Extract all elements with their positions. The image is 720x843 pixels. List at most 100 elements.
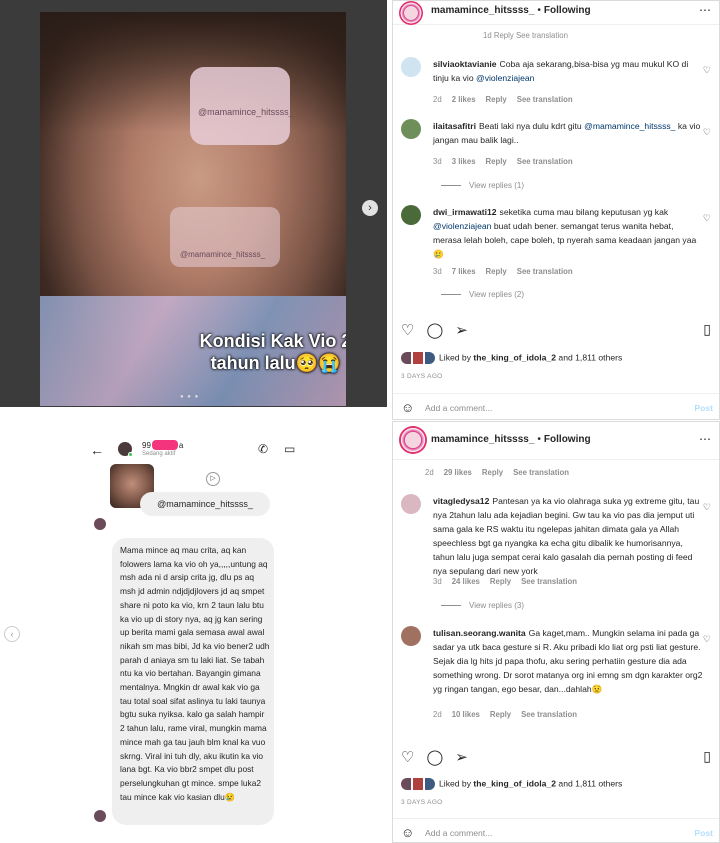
like-icon[interactable]: ♡	[401, 322, 414, 339]
commenter-username[interactable]: vitagledysa12	[433, 496, 489, 506]
commenter-avatar[interactable]	[401, 626, 421, 646]
comment-time: 2d	[425, 468, 434, 477]
comment-mention[interactable]: @mamamince_hitssss_	[584, 121, 675, 131]
liker-avatars	[401, 352, 435, 364]
add-comment-input[interactable]: Add a comment...	[425, 403, 492, 413]
see-translation-button[interactable]: See translation	[513, 468, 569, 477]
reply-button[interactable]: Reply	[486, 267, 507, 276]
commenter-avatar[interactable]	[401, 119, 421, 139]
comment-likes[interactable]: 3 likes	[452, 157, 476, 166]
account-username[interactable]: mamamince_hitssss_	[431, 434, 534, 445]
sticker-tag-watermark: @mamamince_hitssss_	[180, 250, 266, 259]
like-icon[interactable]: ♡	[401, 749, 414, 766]
comment-time: 3d	[433, 267, 442, 276]
reply-button[interactable]: Reply	[482, 468, 503, 477]
liked-by-user[interactable]: the_king_of_idola_2	[473, 778, 556, 788]
more-options-icon[interactable]: ⋯	[699, 3, 711, 17]
like-heart-icon[interactable]: ♡	[703, 127, 711, 138]
like-heart-icon[interactable]: ♡	[703, 65, 711, 76]
see-translation-button[interactable]: See translation	[517, 95, 573, 104]
comment-icon[interactable]: ◯	[426, 749, 443, 766]
comment-body: Pantesan ya ka vio olahraga suka yg extr…	[433, 496, 700, 576]
save-icon[interactable]: ▯	[703, 321, 711, 338]
view-replies-button[interactable]: View replies (2)	[441, 290, 524, 299]
comment-mention[interactable]: @violenziajean	[433, 221, 491, 231]
previous-comment-meta: 1d Reply See translation	[483, 31, 568, 40]
account-username[interactable]: mamamince_hitssss_	[431, 5, 534, 16]
following-button[interactable]: Following	[544, 5, 591, 16]
reply-button[interactable]: Reply	[490, 577, 511, 586]
add-comment-bar: ☺ Add a comment... Post	[393, 818, 719, 842]
share-icon[interactable]: ➢	[455, 322, 468, 339]
share-icon[interactable]: ➢	[455, 749, 468, 766]
replies-line	[441, 605, 461, 607]
comment-likes[interactable]: 7 likes	[452, 267, 476, 276]
following-button[interactable]: Following	[544, 434, 591, 445]
commenter-username[interactable]: silviaoktavianie	[433, 59, 497, 69]
comment-icon[interactable]: ◯	[426, 322, 443, 339]
liked-by-suffix[interactable]: and 1,811 others	[558, 352, 622, 362]
reply-button[interactable]: Reply	[486, 157, 507, 166]
comment-time: 3d	[433, 157, 442, 166]
comment-item: silviaoktavianie Coba aja sekarang,bisa-b…	[401, 57, 713, 117]
view-replies-label: View replies (2)	[469, 290, 524, 299]
comment-text: vitagledysa12 Pantesan ya ka vio olahraga…	[433, 494, 703, 578]
comment-item: dwi_irmawati12 seketika cuma mau bilang k…	[401, 205, 713, 305]
liked-by-suffix[interactable]: and 1,811 others	[558, 778, 622, 788]
account-avatar[interactable]	[399, 426, 427, 454]
post-header: mamamince_hitssss_ • Following ⋯	[393, 422, 719, 460]
replies-line	[441, 185, 461, 187]
comment-mention[interactable]: @violenziajean	[476, 73, 534, 83]
comment-likes[interactable]: 24 likes	[452, 577, 480, 586]
post-age: 3 DAYS AGO	[401, 799, 443, 806]
emoji-icon[interactable]: ☺	[401, 825, 414, 840]
like-heart-icon[interactable]: ♡	[703, 502, 711, 513]
post-photo[interactable]: @mamamince_hitssss_ @mamamince_hitssss_ …	[40, 12, 346, 406]
liked-by-line: Liked by the_king_of_idola_2 and 1,811 o…	[401, 352, 622, 364]
account-avatar[interactable]	[399, 1, 423, 25]
reply-button[interactable]: Reply	[490, 710, 511, 719]
view-replies-button[interactable]: View replies (3)	[441, 601, 524, 610]
commenter-username[interactable]: ilaitasafitri	[433, 121, 476, 131]
post-actions: ♡ ◯ ➢	[401, 321, 480, 339]
commenter-avatar[interactable]	[401, 205, 421, 225]
comment-time: 3d	[433, 577, 442, 586]
commenter-username[interactable]: dwi_irmawati12	[433, 207, 497, 217]
comment-text: dwi_irmawati12 seketika cuma mau bilang k…	[433, 205, 703, 261]
shared-story[interactable]: ▷ @mamamince_hitssss_	[110, 464, 272, 520]
like-heart-icon[interactable]: ♡	[703, 634, 711, 645]
commenter-avatar[interactable]	[401, 57, 421, 77]
header-dot: •	[537, 5, 541, 16]
comment-likes[interactable]: 10 likes	[452, 710, 480, 719]
see-translation-button[interactable]: See translation	[517, 157, 573, 166]
commenter-username[interactable]: tulisan.seorang.wanita	[433, 628, 526, 638]
header-dot: •	[537, 434, 541, 445]
like-heart-icon[interactable]: ♡	[703, 213, 711, 224]
carousel-next-button[interactable]: ›	[362, 200, 378, 216]
emoji-icon[interactable]: ☺	[401, 400, 414, 415]
comment-likes[interactable]: 29 likes	[444, 468, 472, 477]
dm-name-suffix: a	[178, 441, 184, 450]
see-translation-button[interactable]: See translation	[521, 577, 577, 586]
see-translation-button[interactable]: See translation	[521, 710, 577, 719]
comment-time: 2d	[433, 95, 442, 104]
view-replies-button[interactable]: View replies (1)	[441, 181, 524, 190]
comments-panel-2: mamamince_hitssss_ • Following ⋯ 2d 29 like…	[392, 421, 720, 843]
comment-likes[interactable]: 2 likes	[452, 95, 476, 104]
see-translation-button[interactable]: See translation	[517, 267, 573, 276]
play-icon[interactable]: ▷	[206, 472, 220, 486]
liked-by-user[interactable]: the_king_of_idola_2	[473, 352, 556, 362]
video-call-icon[interactable]: ▭	[284, 442, 295, 456]
post-header: mamamince_hitssss_ • Following ⋯	[393, 1, 719, 25]
more-options-icon[interactable]: ⋯	[699, 432, 711, 446]
post-button[interactable]: Post	[694, 828, 713, 838]
phone-call-icon[interactable]: ✆	[258, 442, 268, 456]
commenter-avatar[interactable]	[401, 494, 421, 514]
scroll-left-button[interactable]: ‹	[4, 626, 20, 642]
post-button[interactable]: Post	[694, 403, 713, 413]
comment-item: tulisan.seorang.wanita Ga kaget,mam.. Mun…	[401, 626, 713, 726]
save-icon[interactable]: ▯	[703, 748, 711, 765]
back-arrow-icon[interactable]: ←	[90, 442, 104, 458]
reply-button[interactable]: Reply	[486, 95, 507, 104]
add-comment-input[interactable]: Add a comment...	[425, 828, 492, 838]
